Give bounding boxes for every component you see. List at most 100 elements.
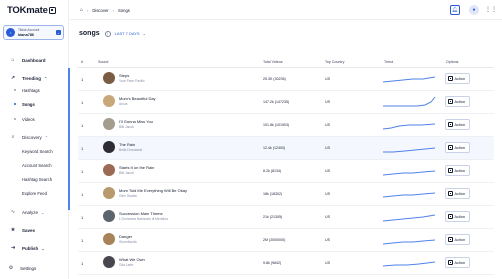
action-button[interactable]: Action — [445, 142, 470, 153]
trend-sparkline — [382, 170, 436, 176]
apps-grid-icon[interactable]: ⋮⋮ — [485, 6, 497, 13]
total-videos: 18k (18302) — [263, 192, 283, 196]
sidebar-item-publish[interactable]: ⇥ Publish ⌄ — [10, 245, 45, 251]
table-row[interactable]: 1 Starts It on the Rain Billi Jacob 8.2k (8… — [78, 160, 494, 183]
sidebar-item-label: Publish — [22, 245, 39, 251]
action-icon — [448, 76, 453, 81]
table-row[interactable]: 1 Danger Stormifactfa 2M (2000000) US Action — [78, 229, 494, 252]
action-label: Action — [454, 122, 466, 127]
column-header-videos[interactable]: Total Videos — [263, 60, 283, 64]
song-name[interactable]: Starts It on the Rain — [119, 165, 154, 170]
row-rank: 1 — [81, 169, 84, 174]
action-button[interactable]: Action — [445, 234, 470, 245]
sidebar-item-label: Explore Feed — [22, 191, 47, 196]
action-label: Action — [454, 168, 466, 173]
song-name[interactable]: Mom Told Me Everything Will Be Okay — [119, 188, 187, 193]
info-icon[interactable]: i — [104, 30, 111, 37]
table-row[interactable]: 1 The Rain Bella Downbeat 12.4k (12400) US Ac… — [78, 137, 494, 160]
bell-icon: 🔔︎ — [451, 7, 459, 13]
table-row[interactable]: 1 What We Own Gila Larte 9.8k (9842) US Actio… — [78, 252, 494, 275]
chevron-right-icon: › — [87, 7, 89, 13]
trend-line — [382, 170, 436, 176]
song-name[interactable]: Succession Main Theme — [119, 211, 163, 216]
user-avatar[interactable]: ● — [469, 5, 479, 15]
trend-line — [382, 214, 436, 222]
song-name[interactable]: I'll Gonna Miss You — [119, 119, 153, 124]
sidebar-subitem-songs[interactable]: Songs — [14, 102, 35, 107]
brand-logo[interactable]: TOKmate — [7, 5, 56, 16]
song-name[interactable]: Danger — [119, 234, 132, 239]
action-label: Action — [454, 260, 466, 265]
sidebar-subitem-videos[interactable]: Videos — [14, 117, 35, 122]
table-row[interactable]: 1 Succession Main Theme L'Orchestra Nation… — [78, 206, 494, 229]
sidebar-item-label: Analyze — [22, 209, 39, 215]
action-button[interactable]: Action — [445, 73, 470, 84]
sidebar-item-trending[interactable]: ↗ Trending ⌃ — [10, 75, 47, 81]
total-videos: 147.2k (147235) — [263, 100, 290, 104]
song-name[interactable]: Mom's Beautiful Day — [119, 96, 156, 101]
sidebar-item-label: Keyword Search — [22, 149, 53, 154]
chevron-down-icon: ⌄ — [41, 245, 45, 251]
top-country: US — [325, 192, 330, 196]
table-row[interactable]: 1 Steps Your Pace Pacific 25.3K (30235) US Ac… — [78, 68, 494, 91]
action-button[interactable]: Action — [445, 165, 470, 176]
action-icon — [448, 168, 453, 173]
period-selector[interactable]: LAST 7 DAYS — [115, 31, 140, 36]
action-button[interactable]: Action — [445, 257, 470, 268]
sidebar-item-discovery[interactable]: ⌕ Discovery ⌃ — [10, 134, 49, 140]
action-button[interactable]: Action — [445, 96, 470, 107]
action-button[interactable]: Action — [445, 188, 470, 199]
sidebar-item-label: Discovery — [22, 134, 42, 140]
sidebar-subitem-hashtag-search[interactable]: Hashtag Search — [22, 177, 52, 182]
row-rank: 1 — [81, 123, 84, 128]
song-name[interactable]: The Rain — [119, 142, 135, 147]
song-cover-image — [103, 187, 115, 199]
sidebar-item-analyze[interactable]: ∿ Analyze ⌄ — [10, 209, 44, 215]
column-header-trend: Trend — [384, 60, 394, 64]
chevron-down-icon[interactable]: ⌄ — [56, 30, 61, 35]
trend-line — [383, 96, 436, 107]
action-label: Action — [454, 191, 466, 196]
song-name[interactable]: What We Own — [119, 257, 145, 262]
sidebar-item-settings[interactable]: ⚙ Settings — [8, 265, 37, 271]
top-country: US — [325, 77, 330, 81]
user-icon: ● — [472, 7, 476, 13]
sidebar-item-saves[interactable]: ★ Saves — [10, 227, 35, 233]
sidebar-scroll-indicator[interactable] — [68, 68, 70, 210]
sidebar-item-label: Dashboard — [22, 57, 46, 63]
chevron-down-icon[interactable]: ⌄ — [143, 31, 146, 36]
song-artist: Bella Downbeat — [119, 148, 143, 152]
song-cover-image — [103, 118, 115, 130]
top-country: US — [325, 146, 330, 150]
sidebar-subitem-hashtags[interactable]: Hashtags — [14, 88, 40, 93]
sidebar-subitem-keyword-search[interactable]: Keyword Search — [22, 149, 53, 154]
sidebar-subitem-account-search[interactable]: Account Search — [22, 163, 52, 168]
trend-sparkline — [382, 123, 436, 130]
table-row[interactable]: 1 Mom Told Me Everything Will Be Okay Glen… — [78, 183, 494, 206]
trend-line — [382, 76, 436, 83]
column-header-country[interactable]: Top Country — [325, 60, 344, 64]
action-button[interactable]: Action — [445, 211, 470, 222]
sidebar-item-dashboard[interactable]: ⌂ Dashboard — [10, 57, 46, 63]
action-label: Action — [454, 237, 466, 242]
sidebar-item-label: Settings — [20, 265, 37, 271]
account-switcher[interactable]: ♪ Tiktok Account kiana786 ⌄ — [3, 25, 64, 40]
table-header: # Sound Total Videos Top Country Trend O… — [78, 59, 494, 68]
table-row[interactable]: 1 Mom's Beautiful Day Arcos 147.2k (147235)… — [78, 91, 494, 114]
chevron-down-icon: ⌄ — [41, 209, 45, 215]
trend-sparkline — [383, 147, 436, 153]
home-icon[interactable]: ⌂ — [80, 7, 83, 13]
table-row[interactable]: 1 I'll Gonna Miss You Billi Jacob 101.8k (1… — [78, 114, 494, 137]
action-icon — [448, 237, 453, 242]
top-country: US — [325, 261, 330, 265]
trend-sparkline — [382, 261, 436, 267]
sidebar-subitem-explore-feed[interactable]: Explore Feed — [22, 191, 47, 196]
sidebar-item-label: Hashtags — [22, 88, 40, 93]
bullet-icon — [14, 103, 17, 106]
top-country: US — [325, 238, 330, 242]
logo-mark-icon — [48, 7, 56, 14]
action-button[interactable]: Action — [445, 119, 470, 130]
notification-button[interactable]: 🔔︎ — [450, 5, 460, 15]
breadcrumb-item[interactable]: Discover — [92, 8, 108, 13]
song-name[interactable]: Steps — [119, 73, 129, 78]
